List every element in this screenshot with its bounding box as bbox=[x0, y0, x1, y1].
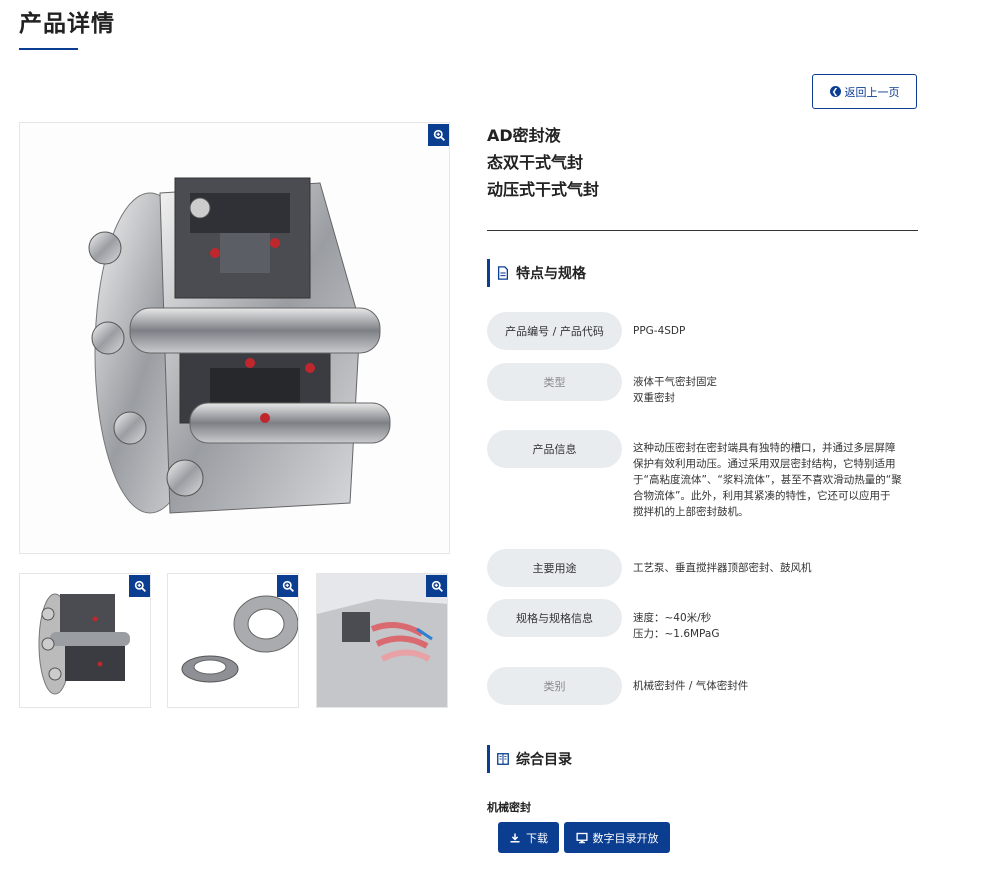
product-title-line: AD密封液 bbox=[487, 126, 561, 145]
spec-value-line: 合物流体”。此外，利用其紧凑的特性，它还可以应用于 bbox=[633, 490, 891, 502]
document-icon bbox=[497, 266, 509, 280]
catalog-section-heading: 综合目录 bbox=[487, 745, 572, 773]
thumbnail-2[interactable] bbox=[167, 573, 299, 708]
catalog-subheading: 机械密封 bbox=[487, 801, 531, 814]
specs-section-title: 特点与规格 bbox=[516, 266, 586, 282]
spec-value-line: 这种动压密封在密封端具有独特的槽口，并通过多层屏障 bbox=[633, 442, 896, 454]
spec-value-line: 机械密封件 / 气体密封件 bbox=[633, 680, 749, 692]
spec-label: 产品编号 / 产品代码 bbox=[487, 312, 622, 350]
divider bbox=[487, 230, 918, 231]
product-title-line: 动压式干式气封 bbox=[487, 180, 600, 199]
spec-value: 这种动压密封在密封端具有独特的槽口，并通过多层屏障 保护有效利用动压。通过采用双… bbox=[633, 440, 917, 520]
spec-value-line: 工艺泵、垂直搅拌器顶部密封、鼓风机 bbox=[633, 562, 812, 574]
spec-value-line: 速度：~40米/秒 bbox=[633, 612, 712, 624]
zoom-in-icon[interactable] bbox=[129, 575, 150, 597]
spec-label: 规格与规格信息 bbox=[487, 599, 622, 637]
spec-value-line: 于“高粘度流体”、“浆料流体”，甚至不喜欢滑动热量的“聚 bbox=[633, 474, 902, 486]
zoom-in-icon[interactable] bbox=[426, 575, 447, 597]
thumbnail-1[interactable] bbox=[19, 573, 151, 708]
seal-cutaway-illustration bbox=[88, 177, 391, 514]
download-button-label: 下载 bbox=[526, 831, 548, 845]
spec-label: 类型 bbox=[487, 363, 622, 401]
page-title: 产品详情 bbox=[19, 11, 115, 37]
spec-value: 液体干气密封固定 双重密封 bbox=[633, 374, 917, 406]
heading-accent-bar bbox=[487, 259, 490, 287]
specs-section-heading: 特点与规格 bbox=[487, 259, 586, 287]
spec-value: PPG-4SDP bbox=[633, 323, 917, 339]
spec-label: 类别 bbox=[487, 667, 622, 705]
main-product-image[interactable] bbox=[19, 122, 450, 554]
product-title: AD密封液 态双干式气封 动压式干式气封 bbox=[487, 122, 599, 203]
spec-value-line: 保护有效利用动压。通过采用双层密封结构，它特别适用 bbox=[633, 458, 896, 470]
digital-catalog-button[interactable]: 数字目录开放 bbox=[564, 822, 670, 853]
spec-value-line: 搅拌机的上部密封鼓机。 bbox=[633, 506, 749, 518]
spec-value: 速度：~40米/秒 压力：~1.6MPaG bbox=[633, 610, 917, 642]
zoom-in-icon[interactable] bbox=[428, 124, 449, 146]
zoom-in-icon[interactable] bbox=[277, 575, 298, 597]
spec-value-line: 液体干气密封固定 bbox=[633, 376, 717, 388]
spec-label: 产品信息 bbox=[487, 430, 622, 468]
digital-catalog-button-label: 数字目录开放 bbox=[592, 831, 659, 845]
thumbnail-3[interactable] bbox=[316, 573, 448, 708]
product-title-line: 态双干式气封 bbox=[487, 153, 584, 172]
spec-value-line: 双重密封 bbox=[633, 392, 675, 404]
back-button-label: 返回上一页 bbox=[844, 85, 900, 99]
spec-value: 机械密封件 / 气体密封件 bbox=[633, 678, 917, 694]
monitor-icon bbox=[575, 832, 588, 843]
heading-accent-bar bbox=[487, 745, 490, 773]
book-icon bbox=[497, 753, 509, 765]
back-button[interactable]: ❮ 返回上一页 bbox=[812, 74, 917, 109]
download-icon bbox=[510, 833, 520, 842]
download-button[interactable]: 下载 bbox=[498, 822, 559, 853]
spec-label: 主要用途 bbox=[487, 549, 622, 587]
catalog-section-title: 综合目录 bbox=[516, 752, 572, 768]
spec-value: 工艺泵、垂直搅拌器顶部密封、鼓风机 bbox=[633, 560, 917, 576]
spec-value-line: PPG-4SDP bbox=[633, 325, 686, 337]
spec-value-line: 压力：~1.6MPaG bbox=[633, 628, 720, 640]
title-underline bbox=[19, 48, 78, 50]
arrow-left-circle-icon: ❮ bbox=[829, 86, 841, 97]
